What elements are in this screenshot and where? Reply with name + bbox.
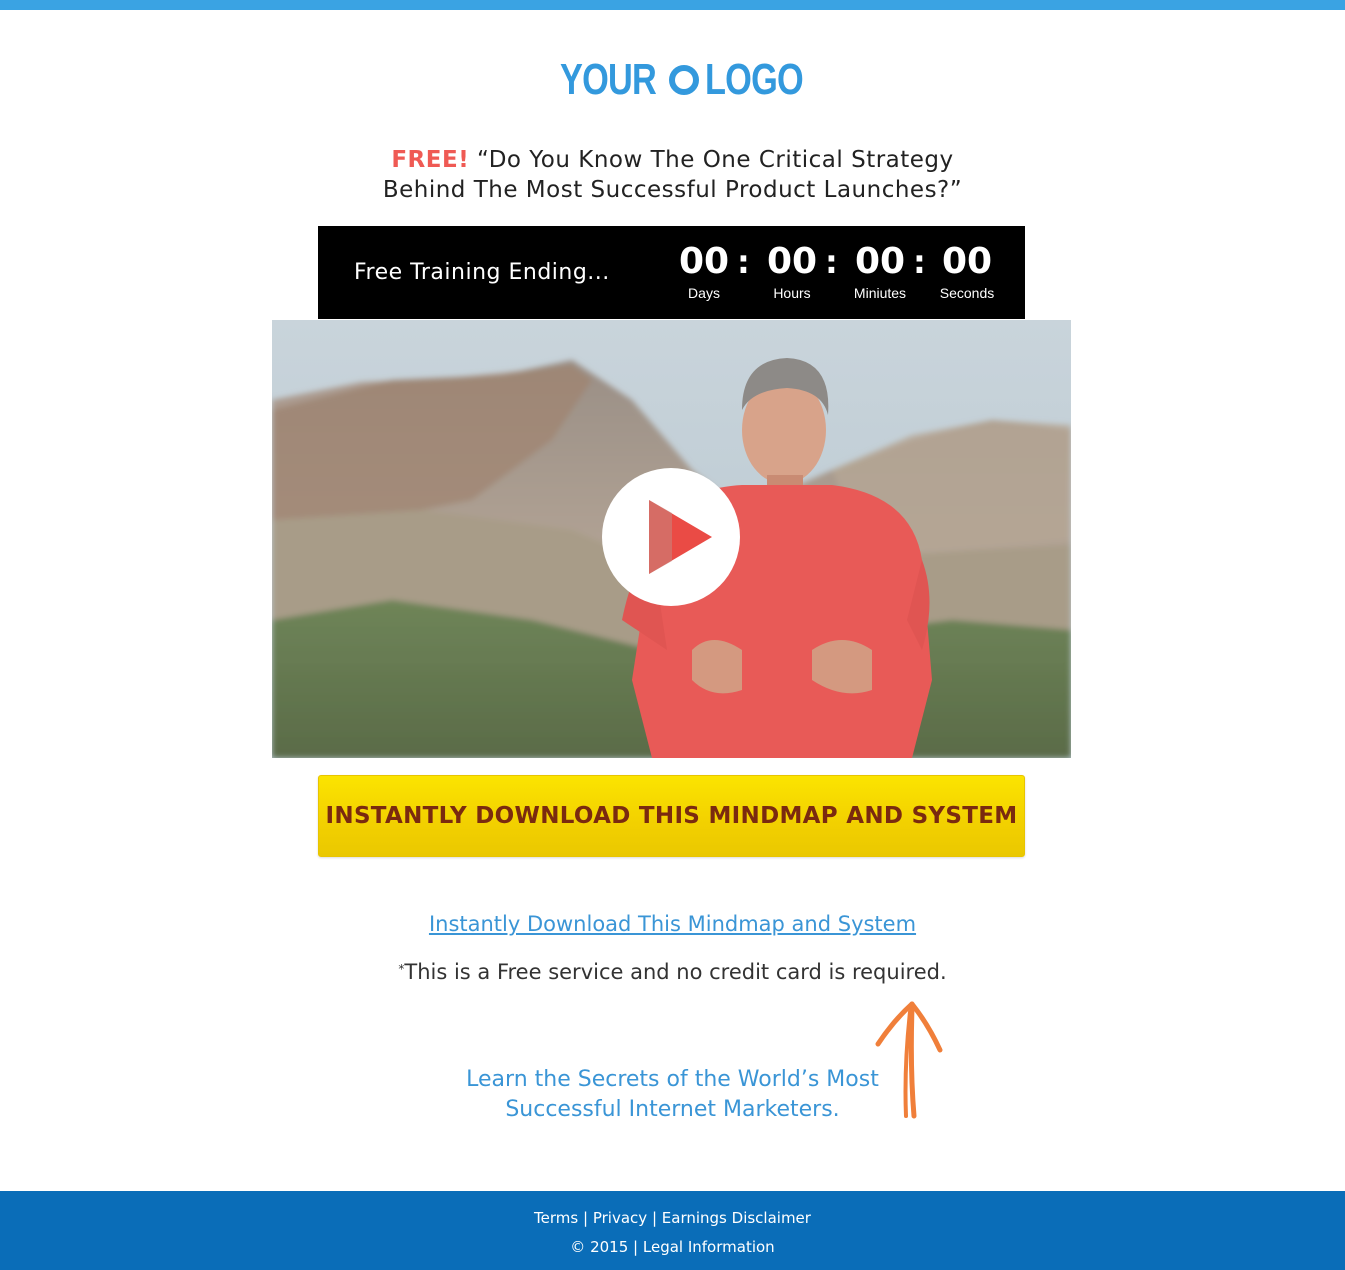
logo[interactable]: YOUR LOGO [560,56,831,104]
headline-text-2: Behind The Most Successful Product Launc… [382,177,963,203]
download-text-link[interactable]: Instantly Download This Mindmap and Syst… [300,912,1045,936]
countdown-minutes: 00 Miniutes [845,242,915,302]
countdown-hours: 00 Hours [757,242,827,302]
secrets-line-1: Learn the Secrets of the World’s Most [466,1067,879,1092]
hours-value: 00 [766,241,818,282]
countdown-separator: : [913,243,926,281]
download-cta-button[interactable]: INSTANTLY DOWNLOAD THIS MINDMAP AND SYST… [318,775,1025,857]
video-thumbnail [272,320,1071,758]
footer-link-earnings[interactable]: Earnings Disclaimer [662,1209,811,1227]
footer: Terms | Privacy | Earnings Disclaimer © … [0,1191,1345,1270]
footer-link-terms[interactable]: Terms [534,1209,578,1227]
countdown-label: Free Training Ending... [354,260,610,285]
copyright-text: © 2015 [570,1238,629,1256]
logo-circle-icon [669,65,700,95]
countdown-timer: Free Training Ending... 00 Days : 00 Hou… [318,226,1025,319]
video-player[interactable] [272,320,1071,758]
days-label: Days [688,285,720,301]
free-tag: FREE! [391,147,470,173]
logo-text-logo: LOGO [705,55,804,104]
minutes-label: Miniutes [853,285,907,301]
page-headline: FREE! “Do You Know The One Critical Stra… [300,145,1045,205]
countdown-separator: : [737,243,750,281]
logo-text-your: YOUR [560,55,657,104]
footer-links: Terms | Privacy | Earnings Disclaimer [0,1209,1345,1227]
top-accent-bar [0,0,1345,10]
free-service-text: This is a Free service and no credit car… [404,960,947,984]
countdown-separator: : [825,243,838,281]
footer-divider: | [583,1209,589,1227]
footer-link-legal[interactable]: Legal Information [643,1238,775,1256]
seconds-label: Seconds [939,285,995,301]
countdown-seconds: 00 Seconds [932,242,1002,302]
play-icon[interactable] [602,468,740,606]
footer-divider: | [633,1238,639,1256]
hours-label: Hours [773,285,811,301]
secrets-line-2: Successful Internet Marketers. [505,1097,840,1122]
minutes-value: 00 [854,241,906,282]
free-service-note: *This is a Free service and no credit ca… [300,960,1045,984]
footer-divider: | [651,1209,657,1227]
countdown-days: 00 Days [669,242,739,302]
footer-copyright: © 2015 | Legal Information [0,1238,1345,1256]
headline-line-1: FREE! “Do You Know The One Critical Stra… [300,145,1045,175]
asterisk: * [398,962,405,976]
seconds-value: 00 [941,241,993,282]
days-value: 00 [678,241,730,282]
headline-text-1: “Do You Know The One Critical Strategy [477,147,954,173]
download-cta-label: INSTANTLY DOWNLOAD THIS MINDMAP AND SYST… [325,803,1018,829]
footer-link-privacy[interactable]: Privacy [593,1209,647,1227]
secrets-tagline: Learn the Secrets of the World’s Most Su… [400,1065,945,1125]
